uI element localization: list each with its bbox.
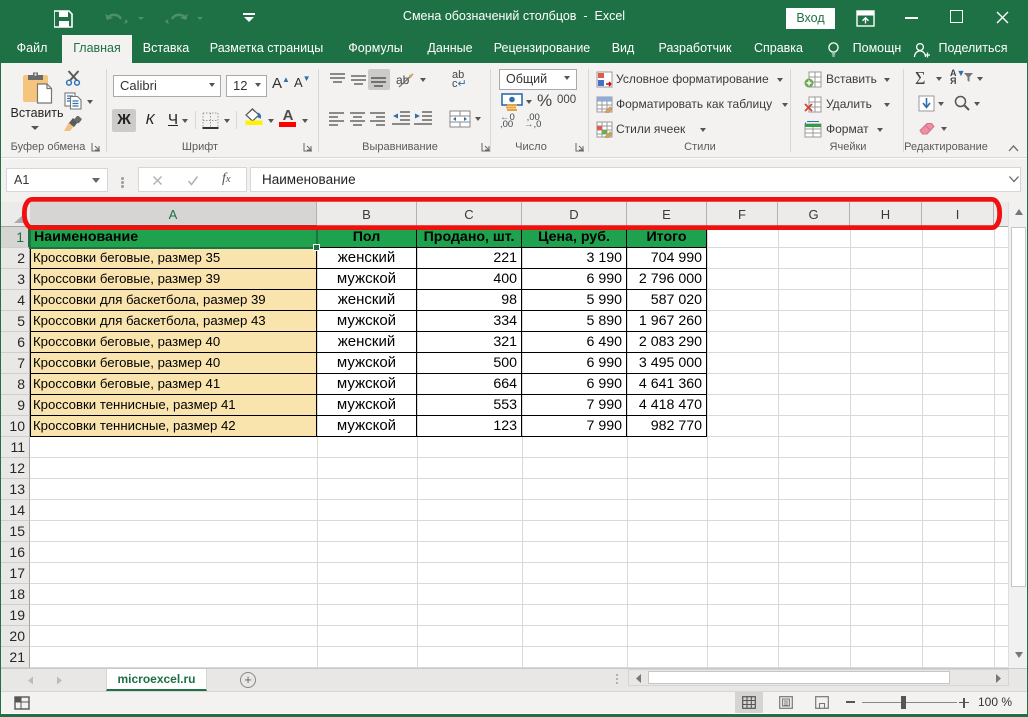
svg-text:ab: ab (396, 73, 410, 87)
